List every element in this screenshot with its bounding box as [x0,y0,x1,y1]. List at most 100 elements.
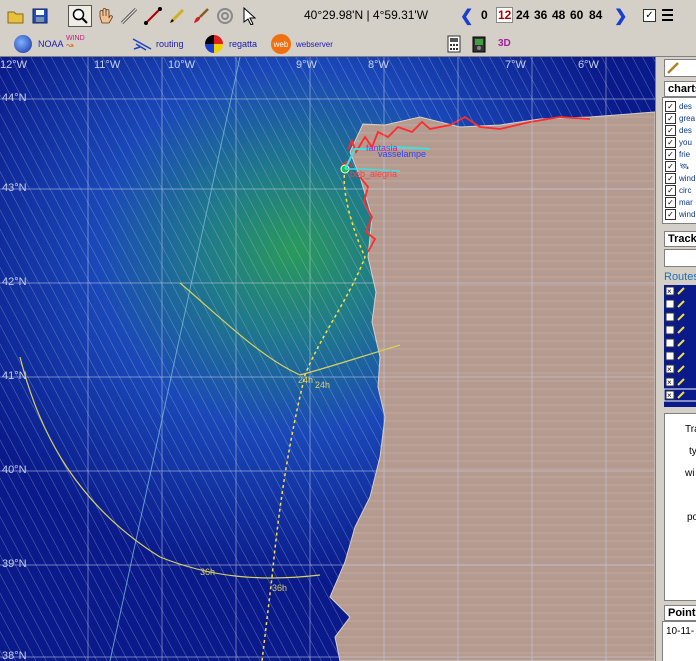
tracks-tab[interactable]: Track [664,231,696,247]
hour-0[interactable]: 0 [481,8,488,22]
lon-label: 12°W [0,59,28,71]
track-pencil-icon [667,62,679,74]
lat-label: 38°N [2,650,27,661]
save-icon[interactable] [30,6,50,26]
layer-checkbox[interactable]: ✓ [665,149,676,160]
regatta-icon [205,35,223,53]
layer-label: mar [679,198,693,207]
lon-label: 9°W [296,59,317,71]
track-name-input[interactable] [664,249,696,267]
route-line-icon[interactable] [143,6,163,26]
routes-list[interactable]: × × × × [663,285,696,407]
routing-icon [132,38,152,51]
brush-icon[interactable] [191,6,211,26]
track-field-label: Tra [685,424,696,435]
layer-row[interactable]: ✓ circ [665,185,696,196]
services-toolbar: NOAA WIND ↝ routing regatta web webserve… [0,32,696,57]
layer-row[interactable]: ✓ you [665,137,696,148]
ruler-icon[interactable] [119,6,139,26]
cursor-coordinates: 40°29.98'N | 4°59.31'W [304,8,429,22]
menu-icon[interactable] [662,8,673,22]
layer-label: grea [679,114,696,123]
charts-tab[interactable]: charts [664,81,696,97]
layer-row[interactable]: ✓ des [665,101,696,112]
layer-label: des [679,126,692,135]
web-icon-label: web [273,39,289,49]
boat-label[interactable]: bob_alegria [350,169,397,179]
svg-text:×: × [667,287,672,296]
hour-12-selected[interactable]: 12 [496,7,514,23]
points-tab[interactable]: Points [664,605,696,621]
webserver-button[interactable]: web webserver [271,34,333,54]
hour-24[interactable]: 24 [516,8,529,22]
point-date[interactable]: 10-11- [666,626,694,637]
target-icon[interactable] [215,6,235,26]
panel-top-tab[interactable] [664,59,696,77]
lon-label: 7°W [505,59,526,71]
layer-checkbox[interactable]: ✓ [665,197,676,208]
pan-hand-icon[interactable] [95,6,115,26]
routing-label: routing [156,39,184,49]
lon-label: 11°W [94,59,121,71]
layer-row[interactable]: ✓ mar [665,197,696,208]
pointer-arrow-icon[interactable] [239,6,259,26]
webserver-label: webserver [296,39,333,49]
layer-checkbox[interactable]: ✓ [665,125,676,136]
layer-row[interactable]: ✓ wind [665,209,696,220]
map-canvas[interactable] [0,57,655,661]
wind-button[interactable]: WIND ↝ [66,35,85,53]
weather-map[interactable]: 12°W 11°W 10°W 9°W 8°W 7°W 6°W 44°N 43°N… [0,57,655,661]
next-hour-icon[interactable]: ❯ [614,6,627,26]
isochrone-label: 24h [315,380,331,390]
track-field-label: ty [689,446,696,457]
track-details: Tra ty wi po [664,413,696,601]
lon-label: 6°W [578,59,599,71]
svg-text:×: × [667,365,672,374]
hour-48[interactable]: 48 [552,8,565,22]
layer-label: wind [679,174,696,183]
layer-checkbox[interactable]: ✓ [665,173,676,184]
hour-36[interactable]: 36 [534,8,547,22]
lat-label: 40°N [2,464,27,476]
lat-label: 39°N [2,558,27,570]
lat-label: 43°N [2,182,27,194]
layer-checkbox[interactable]: ✓ [665,101,676,112]
points-list[interactable]: 10-11- [662,621,696,661]
zoom-tool-icon[interactable] [68,5,92,27]
layer-row[interactable]: ✓ wind [665,173,696,184]
layer-row[interactable]: ✓ grea [665,113,696,124]
svg-text:×: × [667,378,672,387]
hour-60[interactable]: 60 [570,8,583,22]
web-icon: web [271,34,291,54]
boat-label[interactable]: vasselampe [378,149,426,159]
hour-84[interactable]: 84 [589,8,602,22]
pencil-icon[interactable] [167,6,187,26]
3d-button[interactable]: 3D [498,38,511,49]
toolbar-checkbox[interactable]: ✓ [643,9,656,22]
open-folder-icon[interactable] [6,6,26,26]
gps-device-icon[interactable] [470,35,488,58]
layer-label: circ [679,186,692,195]
routing-button[interactable]: routing [132,35,184,53]
layer-checkbox[interactable]: ✓ [665,137,676,148]
layer-checkbox[interactable]: ✓ [665,209,676,220]
layer-checkbox[interactable]: ✓ [665,161,676,172]
layer-label: frie [679,150,691,159]
isochrone-label: 24h [298,375,314,385]
layer-label: you [679,138,692,147]
layer-row[interactable]: ✓ 🛰 [665,161,696,172]
layer-row[interactable]: ✓ des [665,125,696,136]
wind-arrow-icon: ↝ [66,40,74,50]
layer-label: wind [679,210,696,219]
noaa-button[interactable]: NOAA [14,35,64,53]
regatta-label: regatta [229,39,258,49]
regatta-button[interactable]: regatta [205,35,257,53]
noaa-globe-icon [14,35,32,53]
layer-checkbox[interactable]: ✓ [665,113,676,124]
layer-checkbox[interactable]: ✓ [665,185,676,196]
calculator-icon[interactable] [447,35,461,58]
layer-row[interactable]: ✓ frie [665,149,696,160]
side-panel: charts ✓des ✓grea ✓des ✓you ✓frie ✓🛰 ✓wi… [655,57,696,661]
previous-hour-icon[interactable]: ❮ [460,6,473,26]
track-field-label: wi [685,468,695,479]
